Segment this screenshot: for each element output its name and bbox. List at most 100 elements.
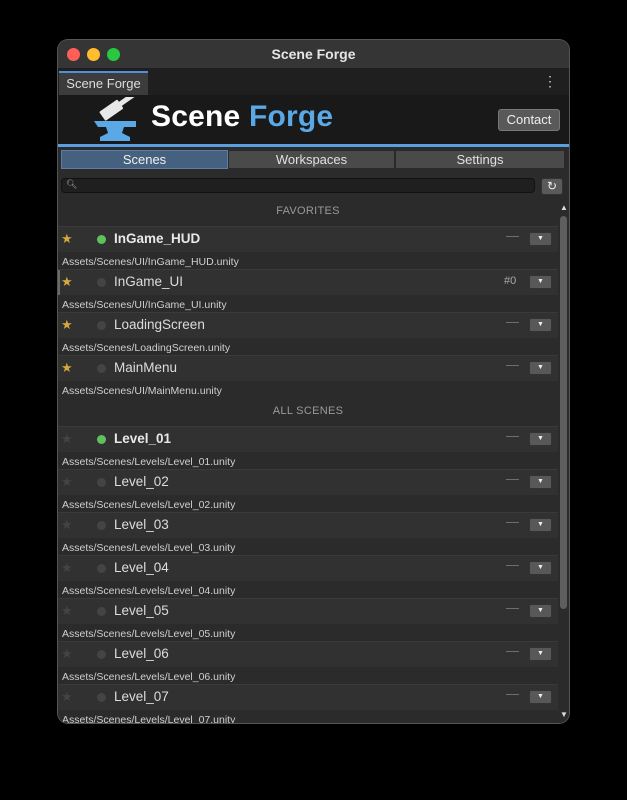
scene-row-header[interactable]: ★ Level_03 — ▼ xyxy=(58,512,558,538)
scene-options-button[interactable]: ▼ xyxy=(529,432,552,446)
row-divider xyxy=(58,598,558,599)
scene-name[interactable]: Level_05 xyxy=(114,603,169,618)
tab-scenes[interactable]: Scenes xyxy=(61,150,228,169)
star-icon[interactable]: ★ xyxy=(61,360,73,376)
scene-options-button[interactable]: ▼ xyxy=(529,604,552,618)
tab-scene-forge[interactable]: Scene Forge xyxy=(59,71,148,95)
scroll-up-arrow-icon[interactable]: ▲ xyxy=(560,203,568,212)
window-title: Scene Forge xyxy=(271,46,356,62)
scene-path: Assets/Scenes/Levels/Level_03.unity xyxy=(62,542,236,554)
scene-row-header[interactable]: ★ InGame_HUD — ▼ xyxy=(58,226,558,252)
scroll-down-arrow-icon[interactable]: ▼ xyxy=(560,710,568,719)
kebab-icon[interactable]: ⋮ xyxy=(543,73,557,90)
row-divider xyxy=(58,226,558,227)
title-bar: Scene Forge xyxy=(58,40,569,69)
dropdown-arrow-icon: ▼ xyxy=(537,478,544,485)
tab-settings[interactable]: Settings xyxy=(395,150,565,169)
scene-row-header[interactable]: ★ Level_02 — ▼ xyxy=(58,469,558,495)
star-icon[interactable]: ★ xyxy=(61,274,73,290)
scene-path-row: Assets/Scenes/Levels/Level_06.unity xyxy=(58,667,558,684)
row-divider xyxy=(58,469,558,470)
scene-options-button[interactable]: ▼ xyxy=(529,518,552,532)
scene-name[interactable]: Level_07 xyxy=(114,689,169,704)
row-divider xyxy=(58,426,558,427)
star-icon[interactable]: ★ xyxy=(61,603,73,619)
scene-status: — xyxy=(506,557,519,572)
scene-row[interactable]: ★ Level_06 — ▼ Assets/Scenes/Levels/Level_06… xyxy=(58,641,558,684)
scene-name[interactable]: Level_03 xyxy=(114,517,169,532)
scene-path: Assets/Scenes/Levels/Level_06.unity xyxy=(62,671,236,683)
refresh-icon: ↻ xyxy=(546,179,558,193)
dropdown-arrow-icon: ▼ xyxy=(537,521,544,528)
scroll-thumb[interactable] xyxy=(560,216,567,609)
scene-path: Assets/Scenes/Levels/Level_01.unity xyxy=(62,456,236,468)
star-icon[interactable]: ★ xyxy=(61,317,73,333)
scene-path: Assets/Scenes/LoadingScreen.unity xyxy=(62,342,231,354)
scene-row-header[interactable]: ★ Level_07 — ▼ xyxy=(58,684,558,710)
scene-row[interactable]: ★ Level_01 — ▼ Assets/Scenes/Levels/Level_01… xyxy=(58,426,558,469)
star-icon[interactable]: ★ xyxy=(61,474,73,490)
scene-options-button[interactable]: ▼ xyxy=(529,690,552,704)
scene-row[interactable]: ★ Level_05 — ▼ Assets/Scenes/Levels/Level_05… xyxy=(58,598,558,641)
scene-options-button[interactable]: ▼ xyxy=(529,647,552,661)
scene-options-button[interactable]: ▼ xyxy=(529,561,552,575)
scrollbar[interactable]: ▲ ▼ xyxy=(558,200,569,723)
scene-name[interactable]: InGame_HUD xyxy=(114,231,200,246)
scene-row[interactable]: ★ LoadingScreen — ▼ Assets/Scenes/LoadingScr… xyxy=(58,312,558,355)
scene-row[interactable]: ★ Level_03 — ▼ Assets/Scenes/Levels/Level_03… xyxy=(58,512,558,555)
scene-name[interactable]: MainMenu xyxy=(114,360,177,375)
scene-name[interactable]: Level_02 xyxy=(114,474,169,489)
scene-row-header[interactable]: ★ Level_05 — ▼ xyxy=(58,598,558,624)
star-icon[interactable]: ★ xyxy=(61,231,73,247)
row-divider xyxy=(58,355,558,356)
scene-path: Assets/Scenes/Levels/Level_05.unity xyxy=(62,628,236,640)
loaded-indicator-icon xyxy=(97,364,106,373)
star-icon[interactable]: ★ xyxy=(61,689,73,705)
scene-row-header[interactable]: ★ Level_01 — ▼ xyxy=(58,426,558,452)
scene-row[interactable]: ★ Level_04 — ▼ Assets/Scenes/Levels/Level_04… xyxy=(58,555,558,598)
scene-row-header[interactable]: ★ InGame_UI #0 ▼ xyxy=(58,269,558,312)
main-tabs: Scenes Workspaces Settings xyxy=(61,150,565,169)
search-input[interactable]: 🔍︎ xyxy=(61,178,535,193)
row-divider xyxy=(58,555,558,556)
dropdown-arrow-icon: ▼ xyxy=(537,321,544,328)
scene-row[interactable]: ★ MainMenu — ▼ Assets/Scenes/UI/MainMenu.uni… xyxy=(58,355,558,398)
loaded-indicator-icon xyxy=(97,435,106,444)
logo-word-forge: Forge xyxy=(248,100,334,133)
scene-status: #0 xyxy=(504,275,517,287)
refresh-button[interactable]: ↻ xyxy=(541,178,563,195)
scene-options-button[interactable]: ▼ xyxy=(529,318,552,332)
logo-word-scene: Scene xyxy=(151,100,241,133)
scene-options-button[interactable]: ▼ xyxy=(529,275,552,289)
star-icon[interactable]: ★ xyxy=(61,431,73,447)
star-icon[interactable]: ★ xyxy=(61,646,73,662)
loaded-indicator-icon xyxy=(97,564,106,573)
star-icon[interactable]: ★ xyxy=(61,517,73,533)
tab-workspaces[interactable]: Workspaces xyxy=(228,150,395,169)
scene-options-button[interactable]: ▼ xyxy=(529,232,552,246)
dropdown-arrow-icon: ▼ xyxy=(537,435,544,442)
scene-row[interactable]: ★ Level_02 — ▼ Assets/Scenes/Levels/Level_02… xyxy=(58,469,558,512)
scene-options-button[interactable]: ▼ xyxy=(529,361,552,375)
dropdown-arrow-icon: ▼ xyxy=(537,650,544,657)
scene-path: Assets/Scenes/UI/InGame_UI.unity xyxy=(62,299,227,311)
scene-row[interactable]: ★ InGame_UI #0 ▼ Assets/Scenes/UI/InGame_UI.… xyxy=(58,269,558,312)
scene-row-header[interactable]: ★ Level_06 — ▼ xyxy=(58,641,558,667)
scene-name[interactable]: Level_06 xyxy=(114,646,169,661)
scene-name[interactable]: InGame_UI xyxy=(114,274,183,289)
anvil-hammer-icon xyxy=(94,97,136,141)
scene-status: — xyxy=(506,314,519,329)
scene-name[interactable]: LoadingScreen xyxy=(114,317,205,332)
scene-row[interactable]: ★ InGame_HUD — ▼ Assets/Scenes/UI/InGame_HUD… xyxy=(58,226,558,269)
scene-name[interactable]: Level_04 xyxy=(114,560,169,575)
scene-row-header[interactable]: ★ LoadingScreen — ▼ xyxy=(58,312,558,338)
scene-name[interactable]: Level_01 xyxy=(114,431,171,446)
scene-row-header[interactable]: ★ Level_04 — ▼ xyxy=(58,555,558,581)
scene-row[interactable]: ★ Level_07 — ▼ Assets/Scenes/Levels/Level_07… xyxy=(58,684,558,723)
scene-options-button[interactable]: ▼ xyxy=(529,475,552,489)
row-divider xyxy=(58,641,558,642)
contact-button[interactable]: Contact xyxy=(498,109,560,131)
scene-row-header[interactable]: ★ MainMenu — ▼ xyxy=(58,355,558,381)
star-icon[interactable]: ★ xyxy=(61,560,73,576)
row-divider xyxy=(58,269,558,270)
